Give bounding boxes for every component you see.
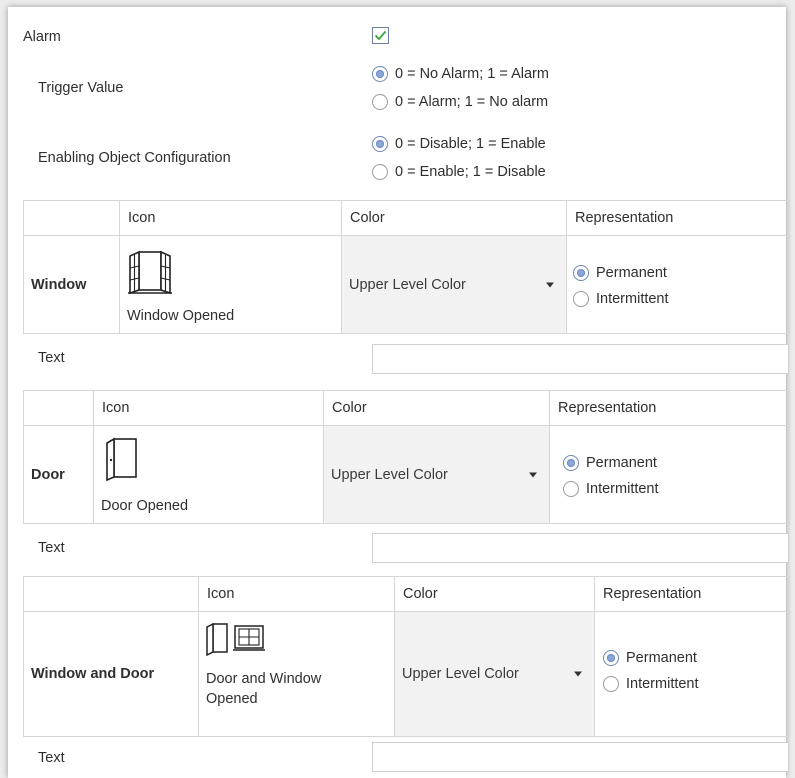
header-empty	[23, 200, 120, 236]
rep-option-label: Intermittent	[596, 291, 669, 307]
row-name-window-and-door: Window and Door	[23, 611, 199, 737]
window-and-door-text-label: Text	[38, 750, 65, 766]
header-color: Color	[341, 200, 567, 236]
door-text-label: Text	[38, 540, 65, 556]
icon-caption: Door Opened	[101, 498, 189, 514]
header-empty	[23, 576, 199, 612]
window-text-label: Text	[38, 350, 65, 366]
radio-button[interactable]	[563, 455, 579, 471]
header-representation: Representation	[594, 576, 790, 612]
radio-button[interactable]	[573, 291, 589, 307]
header-icon: Icon	[198, 576, 395, 612]
row-name-door: Door	[23, 425, 94, 524]
color-dropdown[interactable]: Upper Level Color	[323, 425, 550, 524]
icon-cell[interactable]: Window Opened	[119, 235, 342, 334]
rep-option-label: Intermittent	[626, 676, 699, 692]
window-opened-icon	[128, 250, 172, 295]
radio-button[interactable]	[372, 136, 388, 152]
trigger-option-1[interactable]: 0 = No Alarm; 1 = Alarm	[372, 66, 549, 82]
header-icon: Icon	[93, 390, 324, 426]
header-empty	[23, 390, 94, 426]
rep-option-label: Permanent	[586, 455, 657, 471]
color-dropdown[interactable]: Upper Level Color	[394, 611, 595, 737]
dropdown-arrow-icon	[529, 472, 537, 477]
window-text-input[interactable]	[372, 344, 789, 374]
alarm-label: Alarm	[23, 29, 61, 45]
rep-option-permanent[interactable]: Permanent	[573, 265, 667, 281]
window-and-door-text-input[interactable]	[372, 742, 789, 772]
rep-option-intermittent[interactable]: Intermittent	[603, 676, 699, 692]
icon-caption: Door and Window Opened	[206, 671, 322, 707]
rep-option-intermittent[interactable]: Intermittent	[573, 291, 669, 307]
radio-button[interactable]	[573, 265, 589, 281]
row-name-window: Window	[23, 235, 120, 334]
rep-option-permanent[interactable]: Permanent	[563, 455, 657, 471]
radio-button[interactable]	[563, 481, 579, 497]
radio-button[interactable]	[603, 676, 619, 692]
dropdown-arrow-icon	[574, 671, 582, 677]
icon-caption: Window Opened	[127, 308, 235, 324]
header-representation: Representation	[566, 200, 790, 236]
radio-button[interactable]	[372, 164, 388, 180]
header-color: Color	[394, 576, 595, 612]
header-color: Color	[323, 390, 550, 426]
header-icon: Icon	[119, 200, 342, 236]
enabling-option-1-label: 0 = Disable; 1 = Enable	[395, 136, 546, 152]
enabling-option-2[interactable]: 0 = Enable; 1 = Disable	[372, 164, 546, 180]
door-opened-icon	[106, 437, 137, 481]
check-icon	[374, 30, 387, 41]
rep-option-label: Intermittent	[586, 481, 659, 497]
color-dropdown-value: Upper Level Color	[402, 666, 519, 682]
alarm-checkbox[interactable]	[372, 27, 389, 44]
representation-cell: Permanent Intermittent	[549, 425, 790, 524]
rep-option-permanent[interactable]: Permanent	[603, 650, 697, 666]
icon-cell[interactable]: Door Opened	[93, 425, 324, 524]
enabling-config-label: Enabling Object Configuration	[38, 150, 231, 166]
enabling-option-1[interactable]: 0 = Disable; 1 = Enable	[372, 136, 546, 152]
header-representation: Representation	[549, 390, 790, 426]
icon-cell[interactable]: Door and Window Opened	[198, 611, 395, 737]
alarm-settings-panel: Alarm Trigger Value 0 = No Alarm; 1 = Al…	[8, 7, 790, 778]
color-dropdown[interactable]: Upper Level Color	[341, 235, 567, 334]
representation-cell: Permanent Intermittent	[566, 235, 790, 334]
color-dropdown-value: Upper Level Color	[349, 276, 466, 293]
door-text-input[interactable]	[372, 533, 789, 563]
door-and-window-opened-icon	[206, 622, 265, 656]
radio-button[interactable]	[372, 94, 388, 110]
rep-option-label: Permanent	[596, 265, 667, 281]
radio-button[interactable]	[372, 66, 388, 82]
trigger-value-label: Trigger Value	[38, 80, 124, 96]
color-dropdown-value: Upper Level Color	[331, 466, 448, 483]
window-table: Icon Color Representation Window Window …	[23, 200, 790, 334]
trigger-option-1-label: 0 = No Alarm; 1 = Alarm	[395, 66, 549, 82]
trigger-option-2[interactable]: 0 = Alarm; 1 = No alarm	[372, 94, 548, 110]
radio-button[interactable]	[603, 650, 619, 666]
door-table: Icon Color Representation Door Door Open…	[23, 390, 790, 524]
rep-option-label: Permanent	[626, 650, 697, 666]
enabling-option-2-label: 0 = Enable; 1 = Disable	[395, 164, 546, 180]
representation-cell: Permanent Intermittent	[594, 611, 790, 737]
window-and-door-table: Icon Color Representation Window and Doo…	[23, 576, 790, 737]
trigger-option-2-label: 0 = Alarm; 1 = No alarm	[395, 94, 549, 110]
dropdown-arrow-icon	[546, 282, 554, 287]
rep-option-intermittent[interactable]: Intermittent	[563, 481, 659, 497]
